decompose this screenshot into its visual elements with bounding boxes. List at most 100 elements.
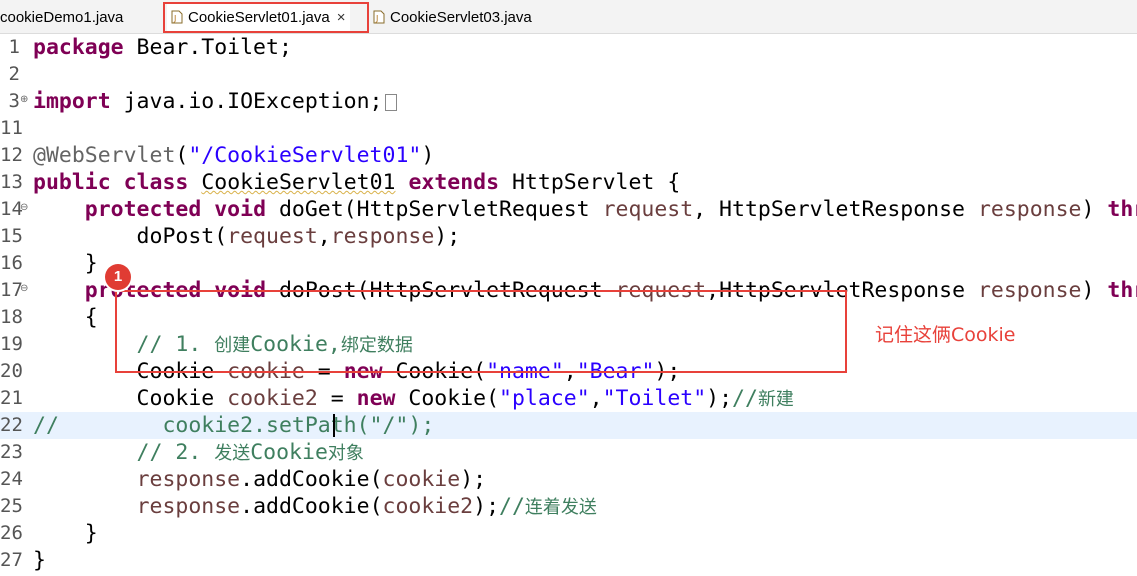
collapse-fold-icon[interactable]: ⊖	[20, 203, 28, 213]
code-token: 发送	[214, 443, 251, 464]
code-token: request	[602, 197, 694, 222]
code-token: //	[732, 386, 758, 411]
code-line[interactable]: 24 response.addCookie(cookie);	[0, 466, 1137, 493]
code-token: );	[706, 386, 733, 411]
code-token: response	[330, 224, 435, 249]
collapse-fold-icon[interactable]: ⊖	[20, 284, 28, 294]
expand-fold-icon[interactable]: ⊕	[20, 95, 28, 105]
code-token: public	[33, 170, 111, 195]
code-text: }	[33, 520, 98, 547]
code-text: Cookie cookie = new Cookie("name","Bear"…	[33, 358, 681, 385]
code-token: cookie2	[227, 386, 318, 411]
line-number: 16	[0, 252, 23, 274]
line-number: 27	[0, 549, 23, 571]
code-token: // 1.	[33, 332, 215, 357]
code-line[interactable]: 16 }	[0, 250, 1137, 277]
line-number: 1	[8, 36, 20, 58]
code-token: doPost(HttpServletRequest	[266, 278, 616, 303]
code-token: Bear.Toilet;	[123, 35, 292, 60]
code-token: java.io.IOException;	[110, 89, 383, 114]
code-text: doPost(request,response);	[33, 223, 461, 250]
code-token: Cookie	[33, 359, 228, 384]
line-number: 17	[0, 279, 23, 301]
code-token: request	[615, 278, 707, 303]
code-text: @WebServlet("/CookieServlet01")	[33, 142, 434, 169]
code-line[interactable]: 26 }	[0, 520, 1137, 547]
code-token: // cookie2.setPath("/");	[33, 413, 435, 438]
code-token: )	[421, 143, 435, 168]
code-token: 对象	[327, 443, 364, 464]
code-token: 创建	[214, 335, 251, 356]
code-token: response	[977, 197, 1082, 222]
annotation-note: 记住这俩Cookie	[875, 324, 1016, 346]
code-line[interactable]: 14 ⊖ protected void doGet(HttpServletRequ…	[0, 196, 1137, 223]
code-line[interactable]: 1 package Bear.Toilet;	[0, 34, 1137, 61]
code-token: ,	[563, 359, 577, 384]
code-token: 连着发送	[524, 497, 597, 518]
code-line[interactable]: 17 ⊖ protected void doPost(HttpServletReq…	[0, 277, 1137, 304]
line-number: 12	[0, 144, 23, 166]
code-token: );	[654, 359, 681, 384]
java-file-icon: J	[373, 10, 385, 24]
tab-cookieservlet01[interactable]: J CookieServlet01.java ×	[167, 3, 350, 31]
code-token: throws	[1107, 278, 1137, 303]
code-text: Cookie cookie2 = new Cookie("place","Toi…	[33, 385, 794, 413]
code-token: protected	[84, 278, 202, 303]
tab-label: CookieServlet03.java	[390, 8, 532, 26]
step-badge: 1	[105, 264, 131, 290]
code-token: cookie	[382, 467, 461, 492]
code-line[interactable]: 13 public class CookieServlet01 extends H…	[0, 169, 1137, 196]
code-line[interactable]: 22 // cookie2.setPath("/");	[0, 412, 1137, 439]
code-line[interactable]: 2	[0, 61, 1137, 88]
code-text: }	[33, 547, 46, 574]
code-token: doGet(HttpServletRequest	[266, 197, 603, 222]
close-tab-icon[interactable]: ×	[337, 9, 346, 26]
code-line[interactable]: 12 @WebServlet("/CookieServlet01")	[0, 142, 1137, 169]
line-number: 24	[0, 468, 23, 490]
code-text: response.addCookie(cookie);	[33, 466, 487, 493]
code-token: new	[343, 359, 383, 384]
code-line[interactable]: 21 Cookie cookie2 = new Cookie("place","…	[0, 385, 1137, 412]
code-token: "Bear"	[576, 359, 655, 384]
code-line[interactable]: 25 response.addCookie(cookie2);//连着发送	[0, 493, 1137, 520]
code-token: )	[1081, 278, 1108, 303]
code-token: cookie	[227, 359, 305, 384]
code-token: protected	[84, 197, 202, 222]
line-number: 13	[0, 171, 23, 193]
code-text: response.addCookie(cookie2);//连着发送	[33, 493, 597, 521]
code-token: extends	[408, 170, 500, 195]
code-line[interactable]: 27}	[0, 547, 1137, 574]
code-token: Cookie(	[395, 386, 500, 411]
code-token: "place"	[499, 386, 590, 411]
code-line[interactable]: 20 Cookie cookie = new Cookie("name","Be…	[0, 358, 1137, 385]
code-token: "name"	[486, 359, 564, 384]
code-token: 新建	[757, 389, 794, 410]
code-editor[interactable]: 1 package Bear.Toilet; 2 3 ⊕ import java.io.I…	[0, 34, 1137, 576]
code-token: {	[33, 305, 98, 330]
code-text: // 2. 发送Cookie对象	[33, 439, 364, 467]
code-line[interactable]: 11	[0, 115, 1137, 142]
text-caret	[333, 414, 335, 437]
tab-cookieservlet03[interactable]: J CookieServlet03.java	[373, 3, 532, 31]
code-token: response	[977, 278, 1082, 303]
folded-imports-marker[interactable]	[384, 94, 397, 111]
code-line[interactable]: 23 // 2. 发送Cookie对象	[0, 439, 1137, 466]
tab-label: cookieDemo1.java	[0, 8, 124, 26]
code-line[interactable]: 15 doPost(request,response);	[0, 223, 1137, 250]
code-text: protected void doPost(HttpServletRequest…	[33, 277, 1137, 304]
line-number: 22	[0, 414, 23, 436]
code-line[interactable]: 3 ⊕ import java.io.IOException;	[0, 88, 1137, 115]
line-number: 20	[0, 360, 23, 382]
line-number: 26	[0, 522, 23, 544]
code-token: }	[33, 521, 98, 546]
tab-cookiedemo1[interactable]: cookieDemo1.java	[0, 3, 123, 31]
code-token: throws	[1107, 197, 1137, 222]
code-token: =	[317, 386, 357, 411]
line-number: 2	[8, 63, 20, 85]
